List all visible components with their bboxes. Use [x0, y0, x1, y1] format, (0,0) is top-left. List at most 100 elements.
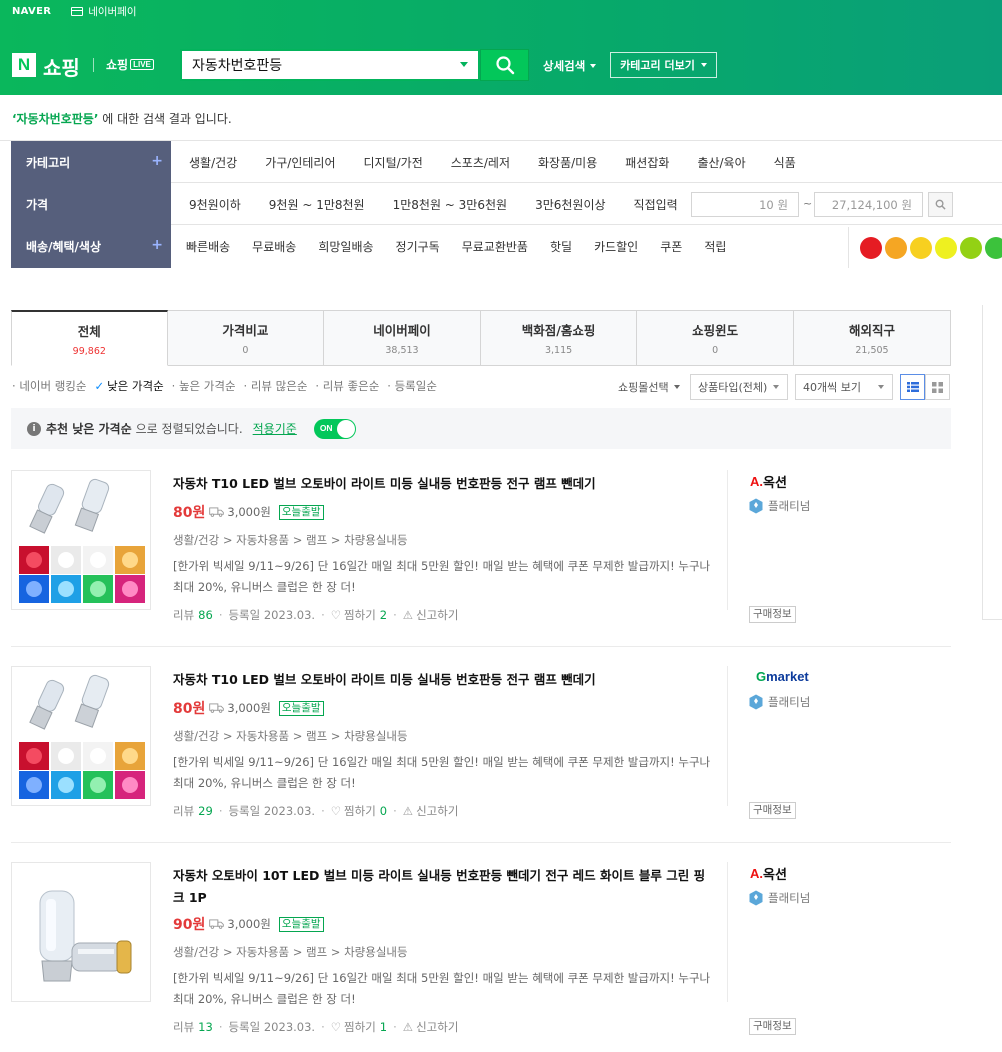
sort-review-count[interactable]: · 리뷰 많은순: [244, 378, 308, 394]
tab-department-store[interactable]: 백화점/홈쇼핑 3,115: [480, 310, 638, 366]
autocomplete-toggle-icon[interactable]: [460, 62, 468, 67]
heart-icon: ♡: [330, 1020, 342, 1034]
product-item: 자동차 T10 LED 벌브 오토바이 라이트 미등 실내등 번호판등 전구 램…: [11, 470, 951, 666]
shopping-logo[interactable]: 쇼핑: [43, 52, 80, 81]
filter-label-category[interactable]: 카테고리 +: [11, 141, 171, 183]
benefit-option[interactable]: 핫딜: [550, 238, 572, 255]
naver-link[interactable]: NAVER: [12, 6, 51, 17]
benefit-option[interactable]: 쿠폰: [660, 238, 682, 255]
review-count[interactable]: 29: [198, 804, 213, 818]
tab-price-compare[interactable]: 가격비교 0: [167, 310, 325, 366]
sort-ranking[interactable]: · 네이버 랭킹순: [12, 378, 86, 394]
recommend-sort-toggle[interactable]: ON: [313, 418, 356, 439]
shopping-live-link[interactable]: 쇼핑 LIVE: [106, 56, 154, 73]
color-swatch-lime[interactable]: [960, 236, 982, 259]
product-thumbnail[interactable]: [11, 666, 151, 806]
review-label[interactable]: 리뷰: [173, 607, 194, 623]
report-link[interactable]: 신고하기: [416, 607, 458, 623]
naver-logo[interactable]: N: [12, 53, 36, 77]
sort-date[interactable]: · 등록일순: [387, 378, 437, 394]
color-swatch-lemon[interactable]: [935, 236, 957, 259]
category-option[interactable]: 디지털/가전: [364, 154, 423, 171]
plus-icon: +: [151, 237, 163, 253]
grid-view-button[interactable]: [925, 374, 950, 400]
tab-naver-pay[interactable]: 네이버페이 38,513: [324, 310, 481, 366]
apply-criteria-link[interactable]: 적용기준: [253, 420, 297, 437]
mall-logo-auction[interactable]: A. 옥션: [750, 864, 787, 883]
report-link[interactable]: 신고하기: [416, 803, 458, 819]
product-category-path[interactable]: 생활/건강 > 자동차용품 > 램프 > 차량용실내등: [173, 728, 408, 744]
heart-icon: ♡: [330, 608, 342, 622]
price-option[interactable]: 9천원 ~ 1만8천원: [269, 196, 365, 213]
price-search-button[interactable]: [928, 192, 953, 217]
benefit-options: 빠른배송 무료배송 희망일배송 정기구독 무료교환반품 핫딜 카드할인 쿠폰 적…: [186, 225, 726, 268]
wish-label[interactable]: 찜하기: [344, 803, 376, 819]
platinum-badge-icon: [749, 890, 763, 906]
benefit-option[interactable]: 카드할인: [594, 238, 638, 255]
tab-label: 전체: [77, 323, 101, 339]
product-thumbnail[interactable]: [11, 862, 151, 1002]
price-min-input[interactable]: 10 원: [691, 192, 799, 217]
purchase-info-button[interactable]: 구매정보: [749, 802, 796, 819]
category-option[interactable]: 식품: [774, 154, 796, 171]
mall-logo-auction[interactable]: A. 옥션: [750, 472, 787, 491]
category-option[interactable]: 스포츠/레저: [451, 154, 510, 171]
category-option[interactable]: 출산/육아: [697, 154, 745, 171]
benefit-option[interactable]: 정기구독: [396, 238, 440, 255]
filter-label-benefit[interactable]: 배송/혜택/색상 +: [11, 225, 171, 268]
search-input[interactable]: [182, 51, 452, 79]
product-title-link[interactable]: 자동차 오토바이 10T LED 벌브 미등 라이트 실내등 번호판등 뺀데기 …: [173, 865, 713, 909]
price-option[interactable]: 3만6천원이상: [535, 196, 605, 213]
naver-pay-link[interactable]: 네이버페이: [71, 4, 137, 19]
tab-overseas[interactable]: 해외직구 21,505: [793, 310, 951, 366]
category-option[interactable]: 생활/건강: [189, 154, 237, 171]
report-link[interactable]: 신고하기: [416, 1019, 458, 1035]
product-image: [12, 471, 150, 609]
sort-review-score[interactable]: · 리뷰 좋은순: [315, 378, 379, 394]
tab-label: 백화점/홈쇼핑: [521, 323, 596, 338]
detail-search-button[interactable]: 상세검색: [543, 58, 597, 74]
product-category-path[interactable]: 생활/건강 > 자동차용품 > 램프 > 차량용실내등: [173, 944, 408, 960]
color-swatch-yellow[interactable]: [910, 236, 932, 259]
review-label[interactable]: 리뷰: [173, 803, 194, 819]
benefit-option[interactable]: 무료배송: [252, 238, 296, 255]
benefit-option[interactable]: 희망일배송: [318, 238, 373, 255]
wish-label[interactable]: 찜하기: [344, 607, 376, 623]
purchase-info-button[interactable]: 구매정보: [749, 1018, 796, 1035]
review-count[interactable]: 86: [198, 608, 213, 622]
list-view-button[interactable]: [900, 374, 925, 400]
category-option[interactable]: 가구/인테리어: [265, 154, 335, 171]
price-option[interactable]: 1만8천원 ~ 3만6천원: [393, 196, 507, 213]
product-title-link[interactable]: 자동차 T10 LED 벌브 오토바이 라이트 미등 실내등 번호판등 전구 램…: [173, 473, 713, 495]
category-option[interactable]: 패션잡화: [625, 154, 669, 171]
sort-low-price[interactable]: ✓ 낮은 가격순: [94, 378, 163, 394]
price-option[interactable]: 9천원이하: [189, 196, 241, 213]
search-button[interactable]: [480, 49, 529, 81]
tab-shopping-window[interactable]: 쇼핑윈도 0: [637, 310, 794, 366]
benefit-option[interactable]: 적립: [704, 238, 726, 255]
sort-high-price[interactable]: · 높은 가격순: [172, 378, 236, 394]
page-size-select[interactable]: 40개씩 보기: [795, 374, 893, 400]
mall-logo-gmarket[interactable]: Gmarket: [756, 669, 809, 684]
product-type-select[interactable]: 상품타입(전체): [690, 374, 788, 400]
price-max-input[interactable]: 27,124,100 원: [814, 192, 923, 217]
product-thumbnail[interactable]: [11, 470, 151, 610]
wish-label[interactable]: 찜하기: [344, 1019, 376, 1035]
seller-grade: 플래티넘: [749, 498, 810, 514]
color-swatch-green[interactable]: [985, 236, 1002, 259]
purchase-info-button[interactable]: 구매정보: [749, 606, 796, 623]
color-swatch-orange[interactable]: [885, 236, 907, 259]
tab-all[interactable]: 전체 99,862: [11, 310, 168, 366]
filter-label-text: 배송/혜택/색상: [26, 240, 102, 254]
category-option[interactable]: 화장품/미용: [538, 154, 597, 171]
siren-icon: ⚠: [402, 1020, 414, 1034]
product-category-path[interactable]: 생활/건강 > 자동차용품 > 램프 > 차량용실내등: [173, 532, 408, 548]
benefit-option[interactable]: 빠른배송: [186, 238, 230, 255]
color-swatch-red[interactable]: [860, 236, 882, 259]
category-more-button[interactable]: 카테고리 더보기: [610, 52, 717, 78]
mall-select-dropdown[interactable]: 쇼핑몰선택: [618, 379, 680, 395]
review-label[interactable]: 리뷰: [173, 1019, 194, 1035]
review-count[interactable]: 13: [198, 1020, 213, 1034]
benefit-option[interactable]: 무료교환반품: [462, 238, 528, 255]
product-title-link[interactable]: 자동차 T10 LED 벌브 오토바이 라이트 미등 실내등 번호판등 전구 램…: [173, 669, 713, 691]
